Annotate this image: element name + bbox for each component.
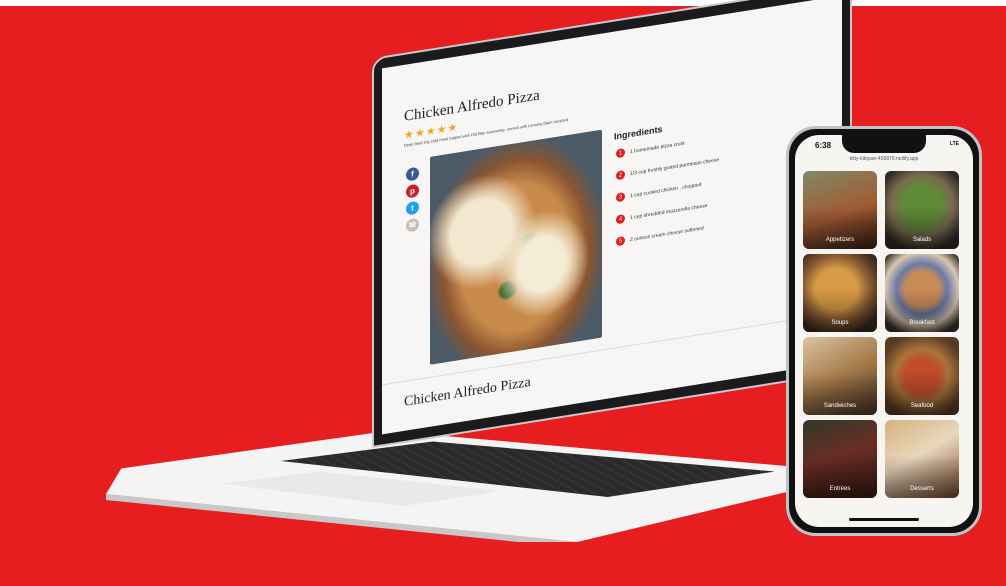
category-tile-salads[interactable]: Salads	[885, 171, 959, 249]
step-number: 1	[616, 147, 625, 159]
facebook-icon[interactable]: f	[406, 166, 419, 182]
ingredient-item: 5 2 ounces cream cheese softened	[616, 223, 704, 247]
step-number: 4	[616, 213, 625, 225]
category-label: Appetizers	[825, 237, 855, 243]
category-label: Salads	[912, 237, 932, 243]
status-signal: LTE	[949, 141, 959, 147]
ingredient-text: 1 cup cooked chicken , chopped	[630, 181, 702, 199]
category-label: Seafood	[910, 403, 934, 409]
category-tile-sandwiches[interactable]: Sandwiches	[803, 337, 877, 415]
phone-screen: 6:38 LTE kitty-kitepan-456879.netlify.ap…	[795, 135, 973, 527]
ingredient-item: 4 1 cup shredded mozzarella cheese	[616, 201, 708, 225]
category-label: Entrees	[829, 486, 851, 492]
phone-mockup: 6:38 LTE kitty-kitepan-456879.netlify.ap…	[786, 126, 982, 536]
step-number: 2	[616, 169, 625, 181]
category-tile-entrees[interactable]: Entrees	[803, 420, 877, 498]
recipe-photo	[430, 129, 602, 365]
ingredient-text: 1/3 cup freshly grated parmesan cheese	[630, 156, 720, 177]
status-time: 6:38	[815, 141, 832, 150]
category-tile-soups[interactable]: Soups	[803, 254, 877, 332]
category-tile-breakfast[interactable]: Breakfast	[885, 254, 959, 332]
category-grid: Appetizers Salads Soups Breakfast Sandwi…	[803, 171, 959, 498]
home-indicator	[849, 518, 919, 521]
category-label: Sandwiches	[823, 403, 857, 409]
email-icon[interactable]: ✉	[406, 217, 419, 233]
category-tile-appetizers[interactable]: Appetizers	[803, 171, 877, 249]
category-label: Desserts	[910, 486, 934, 492]
category-tile-desserts[interactable]: Desserts	[885, 420, 959, 498]
ingredient-text: 1 homemade pizza crust	[630, 140, 685, 155]
ingredient-item: 3 1 cup cooked chicken , chopped	[616, 180, 701, 203]
url-bar[interactable]: kitty-kitepan-456879.netlify.app	[795, 156, 973, 162]
laptop-lid: Chicken Alfredo Pizza ★★★★★ Deep fried t…	[372, 0, 852, 449]
social-share-bar: f p t ✉	[406, 166, 419, 233]
laptop-screen: Chicken Alfredo Pizza ★★★★★ Deep fried t…	[382, 0, 842, 435]
step-number: 5	[616, 235, 625, 247]
ingredient-item: 2 1/3 cup freshly grated parmesan cheese	[616, 155, 720, 181]
category-tile-seafood[interactable]: Seafood	[885, 337, 959, 415]
category-label: Breakfast	[909, 320, 935, 326]
category-label: Soups	[831, 320, 849, 326]
ingredient-text: 1 cup shredded mozzarella cheese	[630, 202, 708, 221]
recipe-title-repeat: Chicken Alfredo Pizza	[404, 374, 531, 410]
recipe-title: Chicken Alfredo Pizza	[404, 87, 540, 125]
twitter-icon[interactable]: t	[406, 200, 419, 216]
step-number: 3	[616, 191, 625, 203]
ingredients-heading: Ingredients	[614, 123, 663, 142]
ingredient-text: 2 ounces cream cheese softened	[630, 224, 704, 243]
ingredient-item: 1 1 homemade pizza crust	[616, 139, 684, 159]
pinterest-icon[interactable]: p	[406, 183, 419, 199]
phone-notch	[842, 135, 926, 153]
